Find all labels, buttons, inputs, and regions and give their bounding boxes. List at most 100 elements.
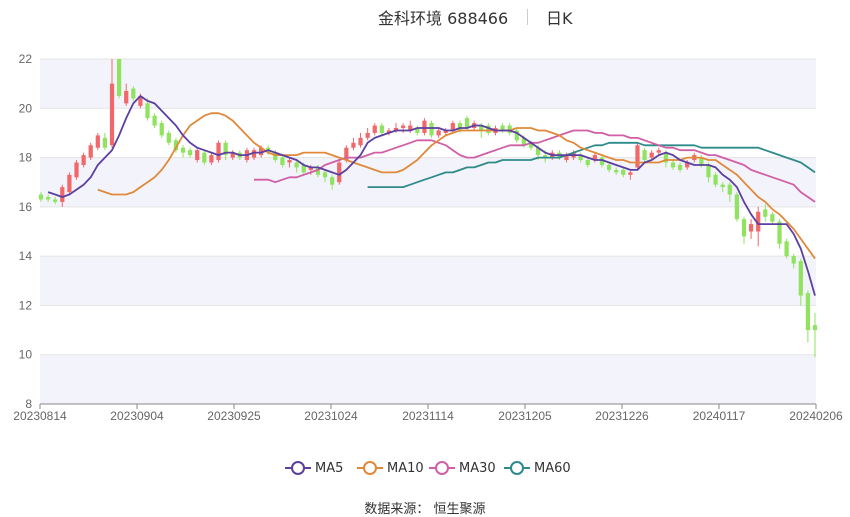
candle-body [216, 142, 221, 161]
candle-body [585, 160, 590, 165]
candle-body [436, 130, 441, 136]
y-tick-label: 10 [19, 348, 33, 362]
legend-item-ma30[interactable]: MA30 [429, 458, 496, 478]
candle-body [195, 150, 200, 161]
candle-body [365, 132, 370, 138]
kline-chart: 81012141618202220230814 20230904 20230925 2… [13, 52, 843, 423]
y-tick-label: 14 [19, 249, 33, 263]
candle-body [720, 184, 725, 188]
candle-body [741, 219, 747, 237]
candle-body [812, 325, 818, 331]
candle-body [606, 164, 612, 170]
candle-body [81, 155, 86, 165]
legend-ma30-label: MA30 [459, 460, 496, 476]
candle-body [379, 125, 384, 133]
candle-body [209, 155, 214, 163]
candle-body [351, 142, 356, 148]
candle-body [88, 145, 93, 158]
candle-body [791, 256, 796, 264]
candle-body [628, 172, 633, 175]
candle-body [294, 162, 299, 168]
candle-body [422, 120, 427, 133]
candle-body [635, 145, 640, 168]
y-tick-label: 22 [19, 52, 33, 66]
legend: MA5 MA10 MA30 MA60 [0, 458, 850, 478]
candle-body [38, 194, 44, 200]
legend-ma10-icon [357, 461, 383, 475]
candle-body [805, 293, 811, 331]
candle-body [102, 137, 108, 148]
y-tick-label: 18 [19, 151, 33, 165]
legend-ma60-icon [504, 461, 530, 475]
candle-body [45, 197, 51, 200]
candle-body [670, 162, 676, 168]
candle-body [429, 123, 434, 136]
candle-body [74, 162, 79, 178]
y-tick-label: 12 [19, 298, 33, 312]
x-tick-label: 20231226 [595, 409, 649, 423]
candle-body [131, 88, 136, 99]
candle-body [67, 174, 72, 193]
x-tick-label: 20230925 [207, 409, 261, 423]
candle-body [202, 152, 207, 163]
candle-body [621, 169, 626, 175]
x-tick-label: 20231114 [402, 409, 454, 423]
x-tick-label: 20231024 [304, 409, 358, 423]
x-tick-label: 20231205 [498, 409, 552, 423]
legend-ma60-label: MA60 [534, 460, 571, 476]
legend-ma10-label: MA10 [387, 460, 424, 476]
candle-body [784, 241, 789, 257]
candle-body [322, 172, 328, 178]
candle-body [116, 59, 122, 96]
legend-item-ma10[interactable]: MA10 [357, 458, 424, 478]
y-tick-label: 20 [19, 101, 33, 115]
legend-item-ma60[interactable]: MA60 [504, 458, 571, 478]
candle-body [145, 103, 150, 119]
candle-body [372, 125, 377, 133]
x-tick-label: 20230904 [110, 409, 164, 423]
candle-body [337, 162, 342, 183]
candle-body [280, 157, 285, 165]
candle-body [124, 91, 129, 104]
legend-item-ma5[interactable]: MA5 [285, 458, 343, 478]
x-tick-label: 20240117 [693, 409, 746, 423]
candle-body [798, 261, 803, 296]
candle-body [152, 115, 157, 126]
legend-ma5-icon [285, 461, 311, 475]
candle-body [656, 150, 661, 153]
candle-body [770, 214, 775, 222]
legend-ma5-label: MA5 [315, 460, 344, 476]
candle-body [713, 174, 718, 185]
candle-body [287, 160, 292, 163]
y-tick-label: 16 [19, 200, 33, 214]
candle-body [706, 164, 711, 178]
candle-body [358, 137, 363, 146]
candle-body [159, 123, 164, 136]
candle-body [464, 118, 470, 128]
candle-body [677, 164, 683, 170]
candle-body [748, 224, 754, 232]
candle-body [614, 169, 619, 173]
candle-body [642, 150, 647, 161]
candle-body [727, 184, 732, 195]
candle-body [166, 132, 171, 143]
candle-body [53, 199, 58, 202]
chart-root: 金科环境 688466 日K 8 10 12 14 16 18 20 22 20230814 20… [0, 0, 850, 517]
candle-body [734, 194, 740, 220]
candle-body [649, 152, 654, 158]
candle-body [180, 147, 186, 153]
x-tick-label: 20230814 [13, 409, 67, 423]
candle-body [330, 177, 335, 185]
candle-body [60, 187, 65, 202]
candle-body [763, 209, 768, 217]
grid-band [40, 354, 816, 404]
legend-ma30-icon [429, 461, 455, 475]
candle-body [95, 135, 100, 148]
candle-body [188, 150, 193, 156]
candle-body [109, 83, 115, 146]
grid-band [40, 59, 816, 109]
data-source: 数据来源： 恒生聚源 [364, 502, 486, 517]
grid-band [40, 256, 816, 306]
x-tick-label: 20240206 [789, 409, 843, 423]
candle-body [401, 125, 406, 128]
